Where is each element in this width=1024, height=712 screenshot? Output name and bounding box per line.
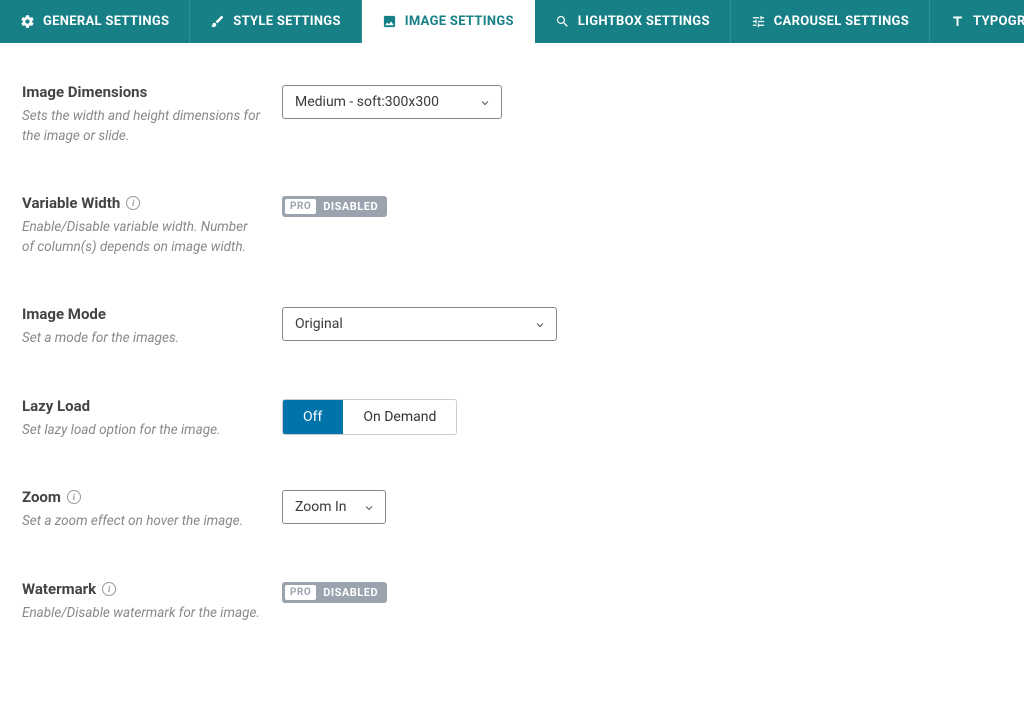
chevron-down-icon <box>479 97 489 107</box>
sliders-icon <box>751 14 766 29</box>
field-image-dimensions: Image Dimensions Sets the width and heig… <box>22 83 1002 146</box>
pro-badge-label: PRO <box>285 199 316 214</box>
image-mode-select[interactable]: Original <box>282 307 557 341</box>
tab-lightbox-settings[interactable]: LIGHTBOX SETTINGS <box>535 0 731 43</box>
tab-style-settings[interactable]: STYLE SETTINGS <box>190 0 361 43</box>
field-desc: Enable/Disable watermark for the image. <box>22 604 262 624</box>
field-zoom: Zoom i Set a zoom effect on hover the im… <box>22 488 1002 532</box>
image-dimensions-select[interactable]: Medium - soft:300x300 <box>282 85 502 119</box>
field-title: Lazy Load <box>22 397 282 415</box>
chevron-down-icon <box>363 502 373 512</box>
brush-icon <box>210 14 225 29</box>
field-desc: Set a zoom effect on hover the image. <box>22 512 262 532</box>
info-icon[interactable]: i <box>126 196 140 210</box>
pro-badge-label: PRO <box>285 585 316 600</box>
settings-panel: Image Dimensions Sets the width and heig… <box>0 43 1024 712</box>
field-title: Watermark <box>22 580 96 598</box>
info-icon[interactable]: i <box>67 490 81 504</box>
tab-carousel-settings[interactable]: CAROUSEL SETTINGS <box>731 0 930 43</box>
search-icon <box>555 14 570 29</box>
lazy-load-off[interactable]: Off <box>283 400 342 434</box>
tab-label: IMAGE SETTINGS <box>405 14 514 29</box>
disabled-label: DISABLED <box>323 586 378 599</box>
select-value: Medium - soft:300x300 <box>295 94 439 110</box>
field-desc: Sets the width and height dimensions for… <box>22 107 262 146</box>
field-desc: Enable/Disable variable width. Number of… <box>22 218 262 257</box>
field-title: Image Dimensions <box>22 83 282 101</box>
chevron-down-icon <box>534 319 544 329</box>
tab-label: STYLE SETTINGS <box>233 14 340 29</box>
image-icon <box>382 14 397 29</box>
field-title: Image Mode <box>22 305 282 323</box>
field-watermark: Watermark i Enable/Disable watermark for… <box>22 580 1002 624</box>
field-desc: Set a mode for the images. <box>22 329 262 349</box>
field-title: Zoom <box>22 488 61 506</box>
lazy-load-on-demand[interactable]: On Demand <box>342 400 456 434</box>
field-lazy-load: Lazy Load Set lazy load option for the i… <box>22 397 1002 441</box>
lazy-load-toggle: Off On Demand <box>282 399 457 435</box>
tab-label: CAROUSEL SETTINGS <box>774 14 909 29</box>
field-title: Variable Width <box>22 194 120 212</box>
field-image-mode: Image Mode Set a mode for the images. Or… <box>22 305 1002 349</box>
tab-label: GENERAL SETTINGS <box>43 14 169 29</box>
tab-label: TYPOGRAPHY <box>973 14 1024 29</box>
pro-disabled-badge: PRO DISABLED <box>282 582 387 603</box>
settings-tabs: GENERAL SETTINGS STYLE SETTINGS IMAGE SE… <box>0 0 1024 43</box>
typography-icon <box>950 14 965 29</box>
zoom-select[interactable]: Zoom In <box>282 490 386 524</box>
tab-image-settings[interactable]: IMAGE SETTINGS <box>362 0 535 43</box>
tab-general-settings[interactable]: GENERAL SETTINGS <box>0 0 190 43</box>
field-variable-width: Variable Width i Enable/Disable variable… <box>22 194 1002 257</box>
gear-icon <box>20 14 35 29</box>
select-value: Zoom In <box>295 499 347 515</box>
field-desc: Set lazy load option for the image. <box>22 421 262 441</box>
info-icon[interactable]: i <box>102 582 116 596</box>
tab-typography[interactable]: TYPOGRAPHY <box>930 0 1024 43</box>
select-value: Original <box>295 316 343 332</box>
pro-disabled-badge: PRO DISABLED <box>282 196 387 217</box>
disabled-label: DISABLED <box>323 200 378 213</box>
tab-label: LIGHTBOX SETTINGS <box>578 14 710 29</box>
